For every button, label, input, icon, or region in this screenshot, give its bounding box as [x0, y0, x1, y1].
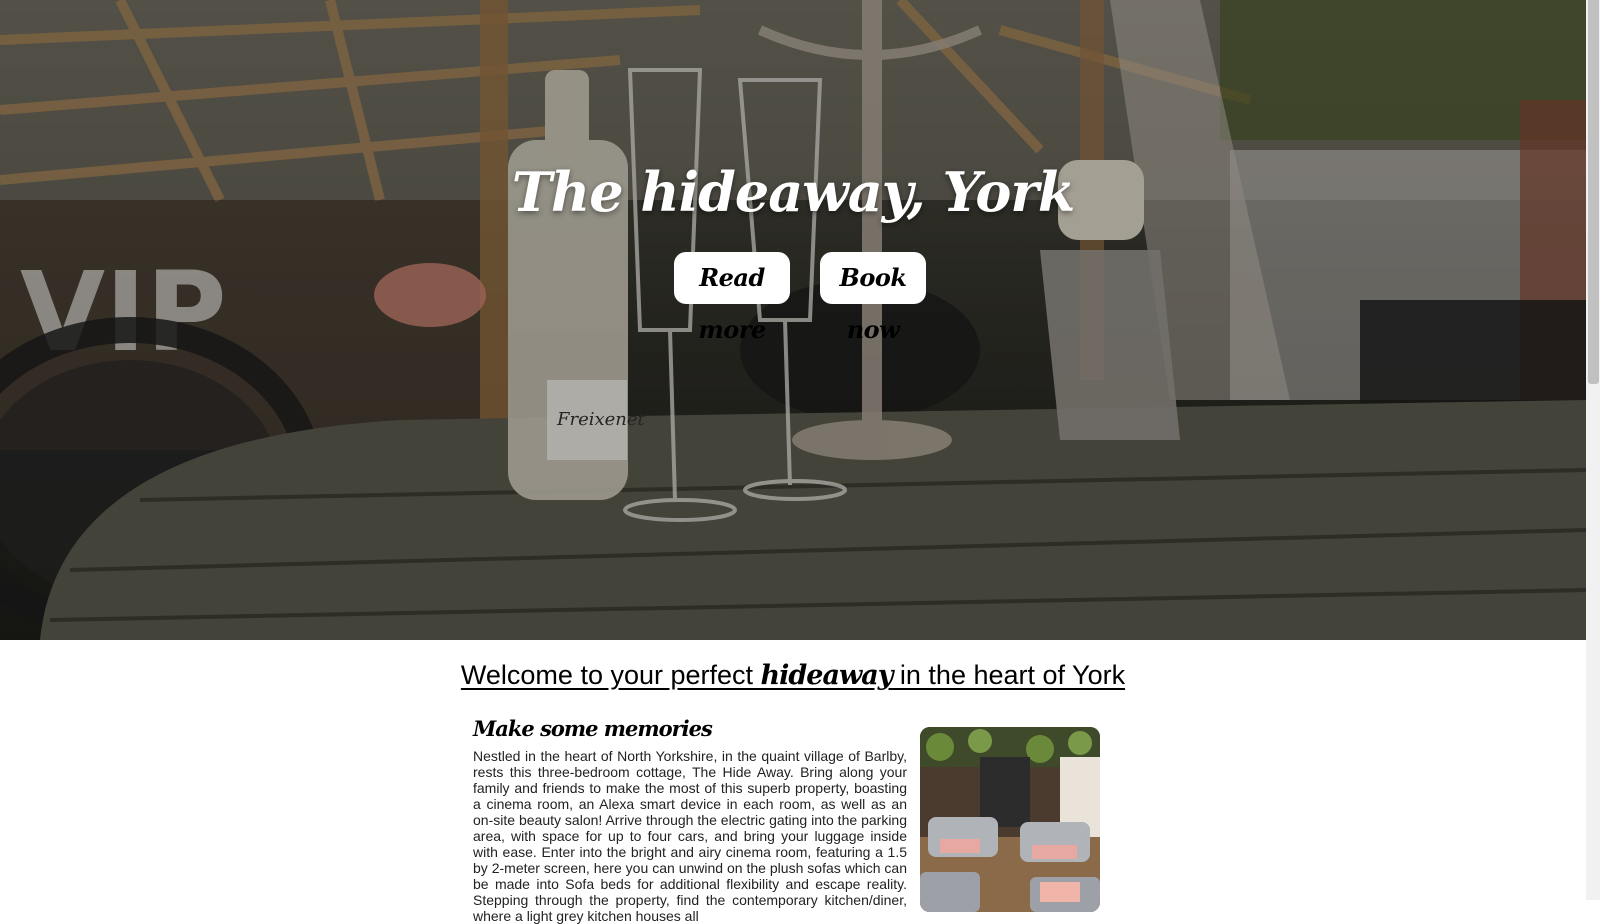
welcome-heading-prefix: Welcome to your perfect: [460, 660, 761, 690]
hero-banner: VIP Freixenet The hideaway, York Read mo…: [0, 0, 1586, 640]
section-heading: Make some memories: [473, 716, 713, 741]
page-scrollbar[interactable]: [1586, 0, 1600, 900]
cinema-room-photo-image: [920, 727, 1100, 912]
read-more-button[interactable]: Read more: [674, 252, 790, 344]
welcome-heading-emphasis: hideaway: [760, 660, 894, 691]
hero-title: The hideaway, York: [511, 160, 1076, 224]
cinema-room-photo: [920, 727, 1100, 912]
scrollbar-thumb[interactable]: [1588, 0, 1599, 384]
welcome-heading-suffix: in the heart of York: [892, 660, 1126, 690]
section-body-text: Nestled in the heart of North Yorkshire,…: [473, 748, 907, 924]
welcome-heading: Welcome to your perfect hideaway in the …: [0, 660, 1586, 691]
hero-background-image: VIP Freixenet: [0, 0, 1586, 640]
book-now-button[interactable]: Book now: [820, 252, 926, 344]
